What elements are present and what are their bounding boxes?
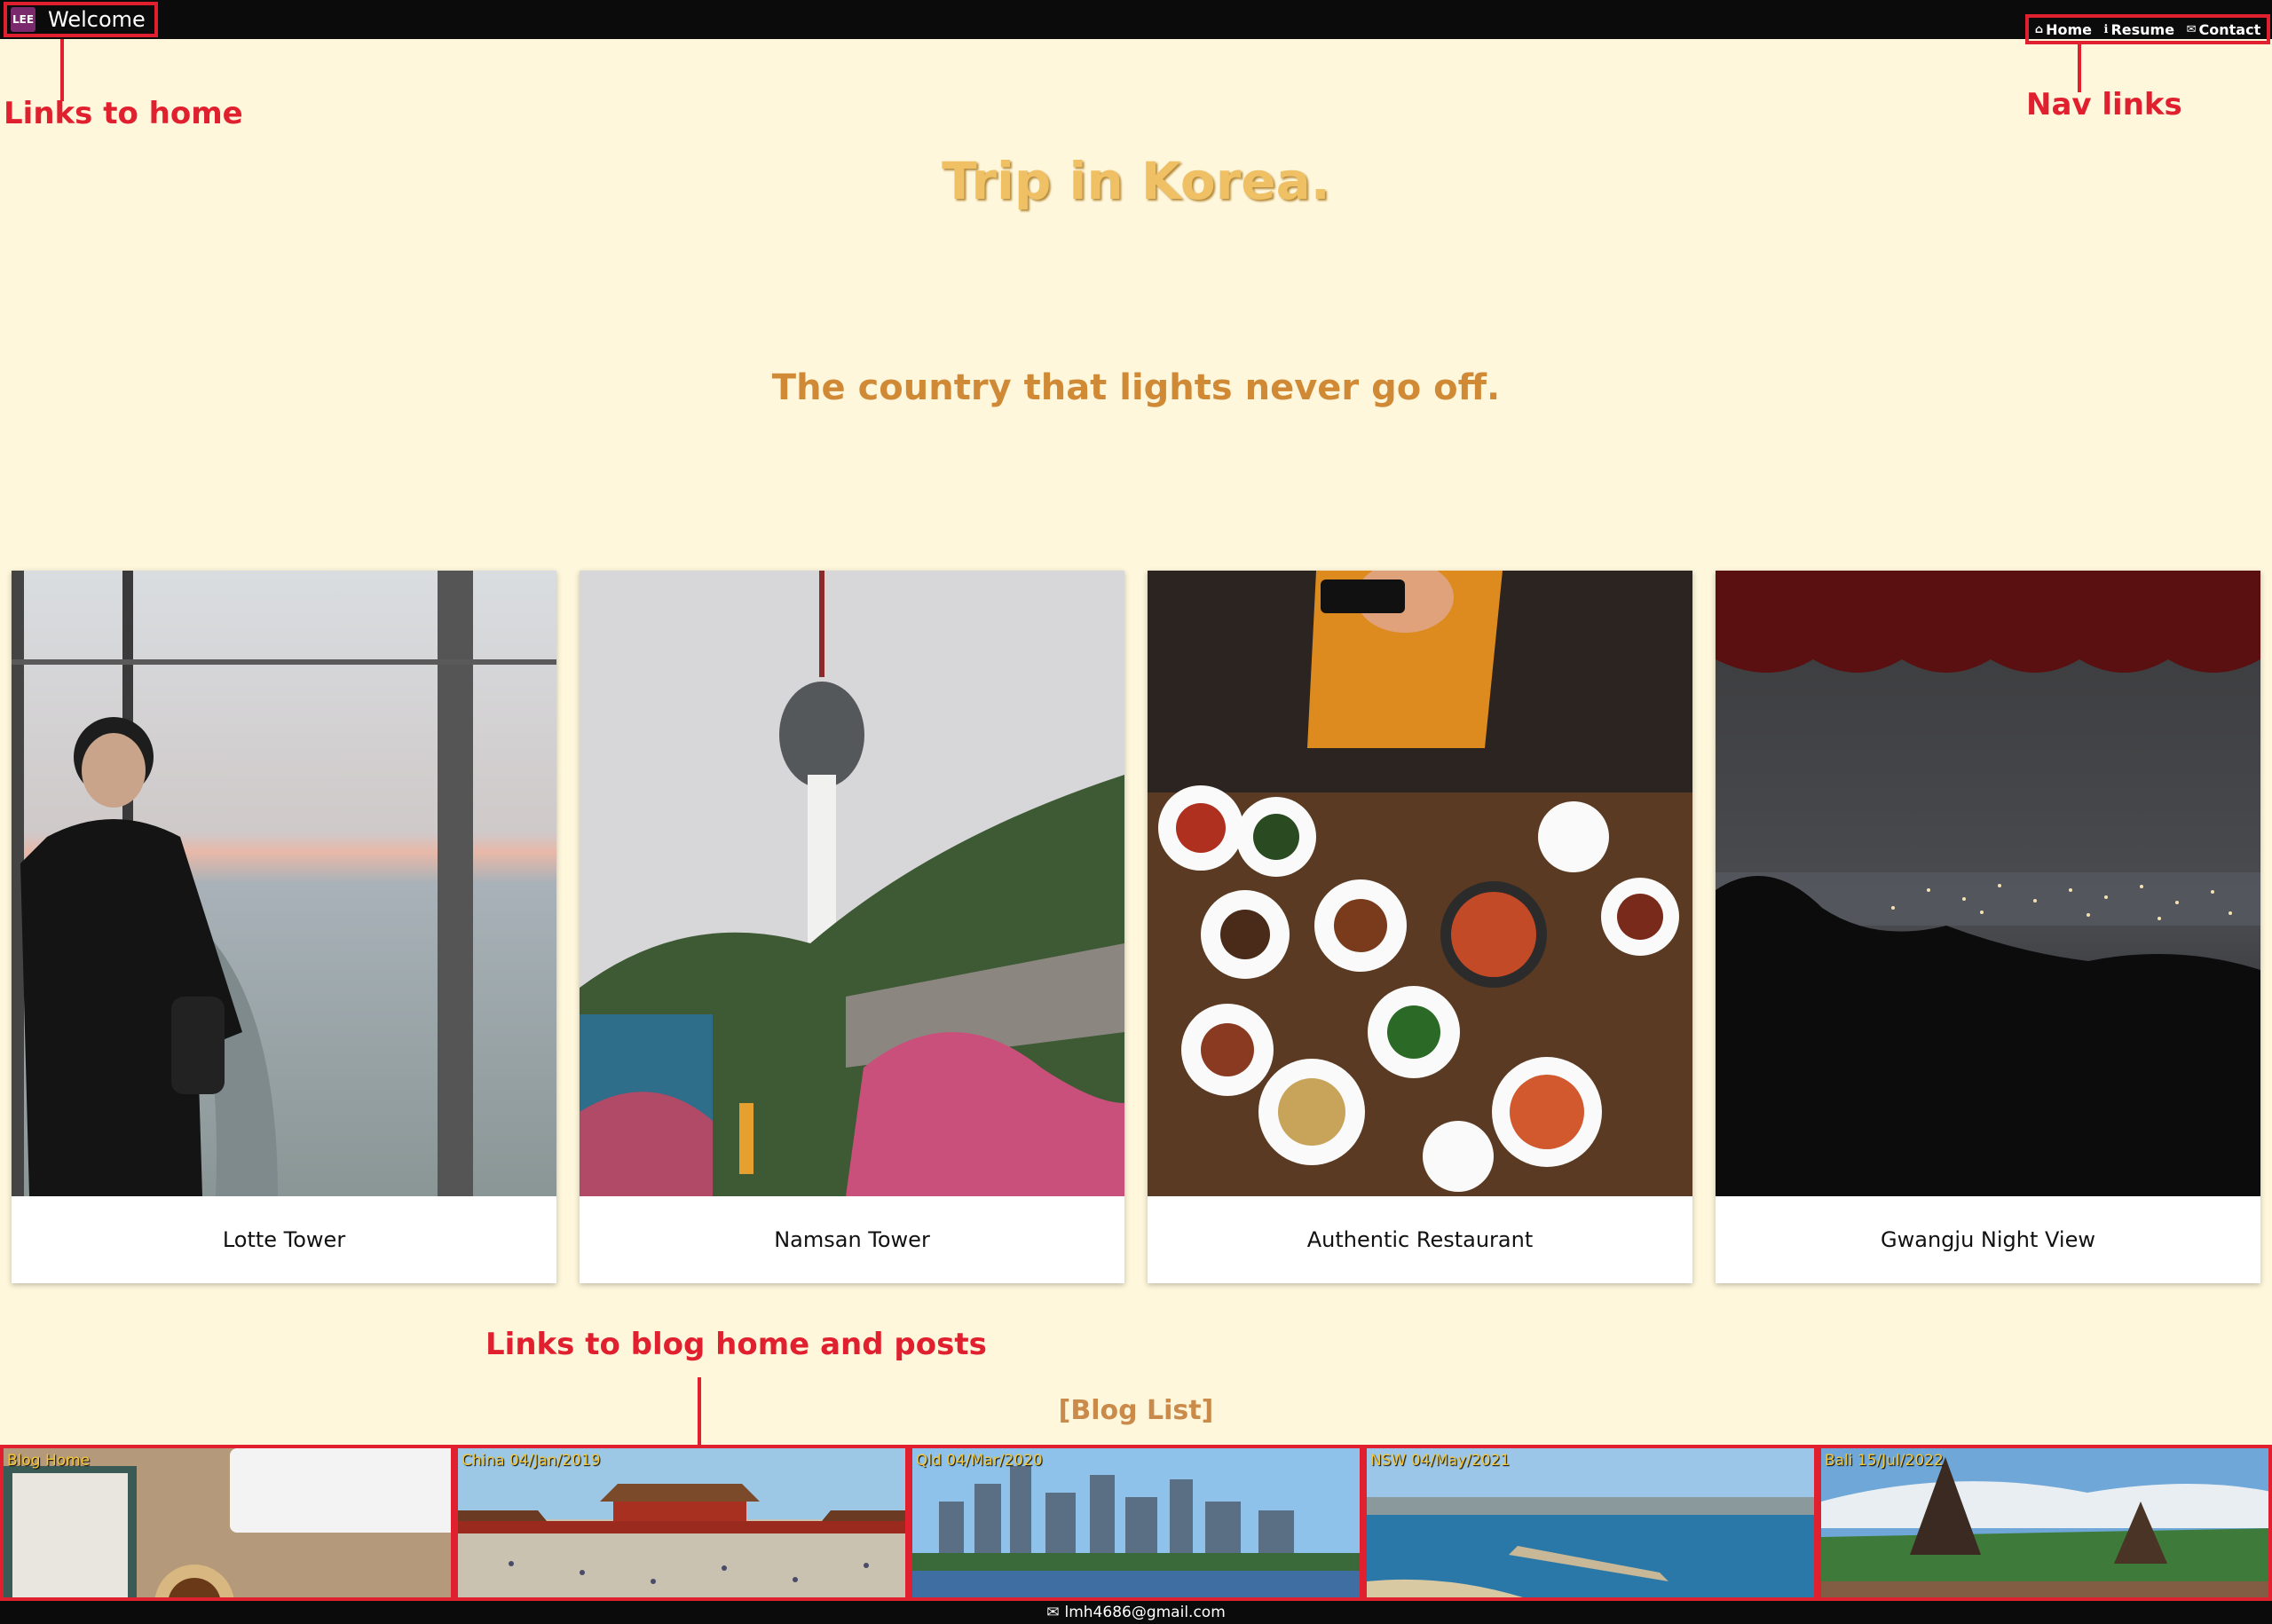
annotation-line-nav bbox=[2078, 44, 2081, 92]
nav-links: ⌂ Home ℹ Resume ✉ Contact bbox=[2025, 14, 2270, 44]
annotation-line-home bbox=[60, 39, 64, 101]
blog-post-bali-tile[interactable]: Bali 15/Jul/2022 bbox=[1818, 1445, 2272, 1601]
card-lotte-tower: Lotte Tower bbox=[12, 571, 556, 1283]
top-navbar: LEE Welcome ⌂ Home ℹ Resume ✉ Contact bbox=[0, 0, 2272, 44]
blog-tile-caption: Bali 15/Jul/2022 bbox=[1825, 1452, 1944, 1470]
blog-post-nsw-tile[interactable]: NSW 04/May/2021 bbox=[1363, 1445, 1818, 1601]
page-subtitle: The country that lights never go off. bbox=[771, 367, 1501, 408]
nav-contact-link[interactable]: ✉ Contact bbox=[2187, 21, 2261, 38]
namsan-tower-photo bbox=[580, 571, 1124, 1196]
card-authentic-restaurant: Authentic Restaurant bbox=[1148, 571, 1692, 1283]
annotation-home: Links to home bbox=[4, 96, 243, 131]
restaurant-photo bbox=[1148, 571, 1692, 1196]
footer-email-link[interactable]: lmh4686@gmail.com bbox=[1065, 1604, 1226, 1621]
mail-icon: ✉ bbox=[1046, 1604, 1060, 1621]
blog-post-qld-tile[interactable]: Qld 04/Mar/2020 bbox=[909, 1445, 1363, 1601]
annotation-blog: Links to blog home and posts bbox=[485, 1327, 987, 1362]
page-title: Trip in Korea. bbox=[942, 151, 1330, 211]
brand-logo: LEE bbox=[11, 7, 36, 32]
nav-resume-link[interactable]: ℹ Resume bbox=[2104, 21, 2175, 38]
blog-list-heading: [Blog List] bbox=[1058, 1395, 1214, 1426]
mail-icon: ✉ bbox=[2186, 22, 2197, 36]
card-gwangju-night-view: Gwangju Night View bbox=[1716, 571, 2260, 1283]
home-brand-link[interactable]: LEE Welcome bbox=[4, 2, 158, 37]
blog-tile-caption: NSW 04/May/2021 bbox=[1370, 1452, 1511, 1470]
night-view-photo bbox=[1716, 571, 2260, 1196]
card-label: Authentic Restaurant bbox=[1306, 1227, 1534, 1252]
home-icon: ⌂ bbox=[2034, 22, 2044, 36]
blog-home-tile[interactable]: Blog Home bbox=[0, 1445, 454, 1601]
footer: ✉ lmh4686@gmail.com bbox=[0, 1601, 2272, 1624]
blog-tile-caption: Qld 04/Mar/2020 bbox=[916, 1452, 1043, 1470]
card-namsan-tower: Namsan Tower bbox=[580, 571, 1124, 1283]
blog-tile-caption: China 04/Jan/2019 bbox=[462, 1452, 601, 1470]
brand-title: Welcome bbox=[48, 7, 146, 32]
photo-cards: Lotte Tower Namsan Tower Authentic Resta… bbox=[12, 571, 2260, 1283]
nav-resume-label: Resume bbox=[2110, 20, 2175, 38]
card-label: Lotte Tower bbox=[222, 1227, 346, 1252]
blog-tile-caption: Blog Home bbox=[7, 1452, 91, 1470]
annotation-nav: Nav links bbox=[2026, 87, 2182, 122]
card-label: Gwangju Night View bbox=[1881, 1227, 2095, 1252]
blog-post-china-tile[interactable]: China 04/Jan/2019 bbox=[454, 1445, 909, 1601]
card-label: Namsan Tower bbox=[774, 1227, 930, 1252]
info-icon: ℹ bbox=[2103, 22, 2109, 36]
lotte-tower-photo bbox=[12, 571, 556, 1196]
blog-tiles: Blog Home China 04/Jan/2019 Qld 04/Mar/2… bbox=[0, 1445, 2272, 1601]
nav-contact-label: Contact bbox=[2198, 20, 2261, 38]
nav-home-link[interactable]: ⌂ Home bbox=[2035, 21, 2092, 38]
nav-home-label: Home bbox=[2046, 20, 2092, 38]
